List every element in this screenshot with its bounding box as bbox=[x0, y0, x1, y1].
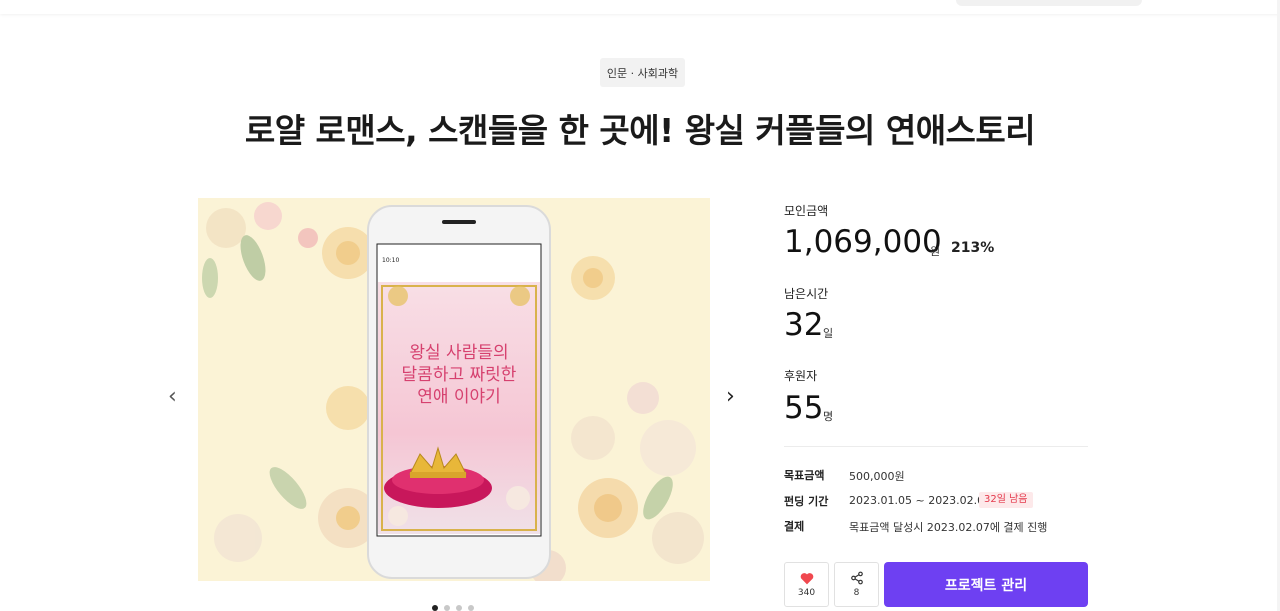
payment-label: 결제 bbox=[784, 520, 805, 533]
project-image-gallery: 10:10 왕실 사람들의 달콤하고 짜릿한 연애 이야기 bbox=[198, 198, 710, 581]
backers-value: 55 bbox=[784, 390, 824, 426]
backers-label: 후원자 bbox=[784, 369, 818, 383]
floral-decoration-top-left bbox=[202, 202, 374, 298]
gallery-pagination bbox=[432, 605, 474, 611]
gallery-next-arrow-icon[interactable]: › bbox=[726, 386, 735, 408]
category-tag[interactable]: 인문 · 사회과학 bbox=[600, 58, 685, 87]
manage-project-button[interactable]: 프로젝트 관리 bbox=[884, 562, 1088, 607]
project-title: 로얄 로맨스, 스캔들을 한 곳에! 왕실 커플들의 연애스토리 bbox=[244, 111, 1036, 150]
gallery-slide-image: 10:10 왕실 사람들의 달콤하고 짜릿한 연애 이야기 bbox=[202, 202, 704, 581]
heart-icon bbox=[800, 572, 813, 584]
floral-decoration-right bbox=[530, 256, 704, 581]
gallery-dot[interactable] bbox=[432, 605, 438, 611]
cover-title-line-3: 연애 이야기 bbox=[417, 387, 501, 407]
time-value: 32 bbox=[784, 307, 824, 343]
amount-percent: 213% bbox=[951, 240, 995, 256]
days-left-badge: 32일 남음 bbox=[979, 492, 1033, 508]
goal-label: 목표금액 bbox=[784, 469, 825, 482]
cover-title-line-2: 달콤하고 짜릿한 bbox=[402, 365, 517, 385]
goal-value: 500,000원 bbox=[849, 470, 905, 483]
gallery-dot[interactable] bbox=[444, 605, 450, 611]
gallery-dot[interactable] bbox=[468, 605, 474, 611]
amount-unit: 원 bbox=[930, 245, 941, 258]
share-button[interactable]: 8 bbox=[834, 562, 879, 607]
gallery-prev-arrow-icon[interactable]: ‹ bbox=[168, 386, 177, 408]
amount-label: 모인금액 bbox=[784, 204, 829, 218]
like-button[interactable]: 340 bbox=[784, 562, 829, 607]
payment-value: 목표금액 달성시 2023.02.07에 결제 진행 bbox=[849, 521, 1048, 534]
share-icon bbox=[850, 571, 863, 585]
gallery-dot[interactable] bbox=[456, 605, 462, 611]
phone-status-time: 10:10 bbox=[382, 257, 399, 264]
period-value: 2023.01.05 ~ 2023.02.06 bbox=[849, 494, 992, 507]
top-header bbox=[0, 0, 1280, 14]
cover-title-line-1: 왕실 사람들의 bbox=[409, 343, 508, 363]
amount-value: 1,069,000 bbox=[784, 224, 942, 260]
share-count: 8 bbox=[853, 588, 860, 598]
divider bbox=[784, 446, 1088, 447]
time-unit: 일 bbox=[823, 327, 834, 340]
floral-decoration-bottom-left bbox=[214, 386, 378, 562]
time-label: 남은시간 bbox=[784, 287, 829, 301]
header-search-box[interactable] bbox=[956, 0, 1142, 6]
period-label: 펀딩 기간 bbox=[784, 495, 829, 508]
like-count: 340 bbox=[797, 587, 816, 598]
backers-unit: 명 bbox=[823, 410, 834, 423]
